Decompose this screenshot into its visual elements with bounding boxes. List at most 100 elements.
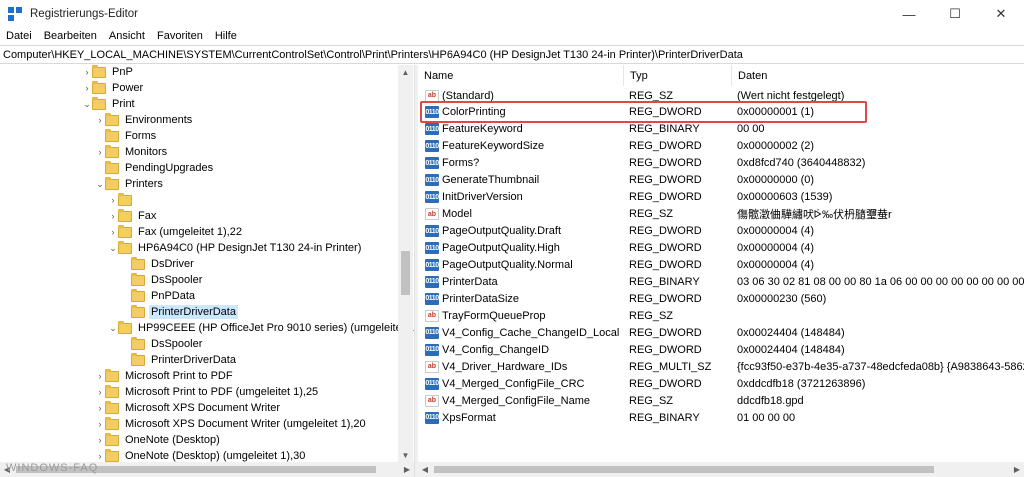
maximize-button[interactable]: ☐ bbox=[932, 0, 978, 28]
scroll-right-icon[interactable]: ▶ bbox=[400, 462, 414, 477]
minimize-button[interactable]: — bbox=[886, 0, 932, 28]
scroll-right-icon[interactable]: ▶ bbox=[1010, 462, 1024, 477]
column-data-header[interactable]: Daten bbox=[732, 65, 1024, 86]
tree-item[interactable]: › Fax (umgeleitet 1),22 bbox=[108, 224, 244, 240]
value-name: V4_Merged_ConfigFile_Name bbox=[442, 394, 590, 407]
value-row[interactable]: 0110 PageOutputQuality.High REG_DWORD 0x000… bbox=[418, 240, 1024, 257]
scroll-thumb[interactable] bbox=[401, 251, 410, 295]
menu-favoriten[interactable]: Favoriten bbox=[151, 30, 209, 42]
value-row[interactable]: ab TrayFormQueueProp REG_SZ bbox=[418, 307, 1024, 324]
value-name-cell: 0110 PrinterDataSize bbox=[418, 292, 624, 305]
menu-ansicht[interactable]: Ansicht bbox=[103, 30, 151, 42]
tree-item[interactable]: › OneNote (Desktop) (umgeleitet 1),30 bbox=[95, 448, 307, 462]
tree-item[interactable]: PnPData bbox=[121, 288, 197, 304]
menu-datei[interactable]: Datei bbox=[0, 30, 38, 42]
value-row[interactable]: 0110 PrinterDataSize REG_DWORD 0x00000230 (… bbox=[418, 290, 1024, 307]
menu-bearbeiten[interactable]: Bearbeiten bbox=[38, 30, 103, 42]
scroll-down-icon[interactable]: ▼ bbox=[398, 448, 413, 462]
tree-item[interactable]: › Microsoft Print to PDF bbox=[95, 368, 235, 384]
tree-item[interactable]: PrinterDriverData bbox=[121, 352, 238, 368]
tree-item[interactable]: ⌄ Print bbox=[82, 96, 137, 112]
tree-item[interactable]: › Microsoft XPS Document Writer bbox=[95, 400, 282, 416]
value-row[interactable]: ab V4_Merged_ConfigFile_Name REG_SZ ddcdfb1… bbox=[418, 392, 1024, 409]
list-horizontal-scrollbar[interactable]: ◀ ▶ bbox=[418, 462, 1024, 477]
value-name: Forms? bbox=[442, 157, 480, 170]
address-bar[interactable]: Computer\HKEY_LOCAL_MACHINE\SYSTEM\Curre… bbox=[0, 45, 1024, 64]
value-row[interactable]: 0110 XpsFormat REG_BINARY 01 00 00 00 bbox=[418, 409, 1024, 426]
chevron-down-icon[interactable]: ⌄ bbox=[95, 176, 105, 192]
scroll-thumb[interactable] bbox=[434, 466, 934, 473]
watermark: WINDOWS-FAQ bbox=[6, 462, 99, 474]
chevron-right-icon[interactable]: › bbox=[95, 416, 105, 432]
menu-hilfe[interactable]: Hilfe bbox=[209, 30, 243, 42]
value-row[interactable]: 0110 InitDriverVersion REG_DWORD 0x00000603… bbox=[418, 189, 1024, 206]
column-type-header[interactable]: Typ bbox=[624, 65, 732, 86]
value-row[interactable]: 0110 GenerateThumbnail REG_DWORD 0x00000000… bbox=[418, 172, 1024, 189]
chevron-right-icon[interactable]: › bbox=[108, 192, 118, 208]
chevron-right-icon[interactable]: › bbox=[95, 448, 105, 462]
value-name-cell: 0110 XpsFormat bbox=[418, 411, 624, 424]
value-data: 0x00000004 (4) bbox=[737, 259, 815, 271]
close-button[interactable]: ✕ bbox=[978, 0, 1024, 28]
tree-item-label: PrinterDriverData bbox=[149, 305, 238, 319]
value-row[interactable]: 0110 Forms? REG_DWORD 0xd8fcd740 (364044883… bbox=[418, 155, 1024, 172]
folder-icon bbox=[131, 336, 145, 350]
value-row[interactable]: 0110 PrinterData REG_BINARY 03 06 30 02 81 … bbox=[418, 273, 1024, 290]
value-type: REG_SZ bbox=[629, 309, 674, 322]
chevron-down-icon[interactable]: ⌄ bbox=[108, 240, 118, 256]
column-name-header[interactable]: Name bbox=[418, 65, 624, 86]
value-row[interactable]: 0110 PageOutputQuality.Normal REG_DWORD 0x0… bbox=[418, 257, 1024, 274]
tree-item[interactable]: › PnP bbox=[82, 65, 135, 80]
tree-item[interactable]: › Fax bbox=[108, 208, 158, 224]
value-row[interactable]: 0110 V4_Config_ChangeID REG_DWORD 0x0002440… bbox=[418, 341, 1024, 358]
chevron-right-icon[interactable]: › bbox=[95, 384, 105, 400]
chevron-right-icon[interactable]: › bbox=[95, 112, 105, 128]
tree-item[interactable]: › Monitors bbox=[95, 144, 169, 160]
chevron-right-icon[interactable]: › bbox=[108, 224, 118, 240]
tree-vertical-scrollbar[interactable]: ▲ ▼ bbox=[398, 65, 413, 462]
chevron-right-icon[interactable]: › bbox=[95, 400, 105, 416]
value-data: 0x00000004 (4) bbox=[737, 242, 815, 255]
tree-item[interactable]: Forms bbox=[95, 128, 158, 144]
tree-item[interactable]: › bbox=[108, 192, 140, 208]
tree-item[interactable]: PendingUpgrades bbox=[95, 160, 215, 176]
scroll-up-icon[interactable]: ▲ bbox=[398, 65, 413, 79]
tree-item[interactable]: DsSpooler bbox=[121, 336, 204, 352]
value-data: 01 00 00 00 bbox=[737, 411, 796, 424]
value-row[interactable]: 0110 V4_Config_Cache_ChangeID_Local REG_DW… bbox=[418, 324, 1024, 341]
chevron-right-icon[interactable]: › bbox=[82, 65, 92, 80]
value-row[interactable]: ab (Standard) REG_SZ (Wert nicht festgelegt… bbox=[418, 87, 1024, 104]
tree-item[interactable]: ⌄ HP99CEEE (HP OfficeJet Pro 9010 series)… bbox=[108, 320, 414, 336]
chevron-right-icon[interactable]: › bbox=[108, 208, 118, 224]
tree-item[interactable]: › Power bbox=[82, 80, 145, 96]
value-row[interactable]: 0110 FeatureKeywordSize REG_DWORD 0x0000000… bbox=[418, 138, 1024, 155]
chevron-down-icon[interactable]: ⌄ bbox=[108, 320, 118, 336]
tree-item[interactable]: ⌄ HP6A94C0 (HP DesignJet T130 24-in Print… bbox=[108, 240, 363, 256]
tree-item[interactable]: DsDriver bbox=[121, 256, 196, 272]
tree-item[interactable]: › Microsoft XPS Document Writer (umgeleit… bbox=[95, 416, 368, 432]
value-row[interactable]: 0110 FeatureKeyword REG_BINARY 00 00 bbox=[418, 121, 1024, 138]
value-row[interactable]: 0110 V4_Merged_ConfigFile_CRC REG_DWORD 0xd… bbox=[418, 375, 1024, 392]
chevron-right-icon[interactable]: › bbox=[95, 368, 105, 384]
chevron-right-icon[interactable]: › bbox=[95, 432, 105, 448]
value-name-cell: ab TrayFormQueueProp bbox=[418, 309, 624, 322]
tree-item[interactable]: PrinterDriverData bbox=[121, 304, 238, 320]
value-row[interactable]: 0110 PageOutputQuality.Draft REG_DWORD 0x00… bbox=[418, 223, 1024, 240]
value-name-cell: 0110 PageOutputQuality.High bbox=[418, 242, 624, 255]
value-row[interactable]: ab Model REG_SZ 傷髋澂㑋驊繡吠ᢰ‰伏枬膸瓕蛬r bbox=[418, 206, 1024, 223]
value-name: V4_Config_ChangeID bbox=[442, 343, 550, 356]
value-row[interactable]: 0110 ColorPrinting REG_DWORD 0x00000001 (1) bbox=[418, 104, 1024, 121]
value-name-cell: 0110 FeatureKeyword bbox=[418, 123, 624, 136]
tree-item[interactable]: › Environments bbox=[95, 112, 194, 128]
tree-item[interactable]: DsSpooler bbox=[121, 272, 204, 288]
chevron-right-icon[interactable]: › bbox=[95, 144, 105, 160]
chevron-right-icon[interactable]: › bbox=[82, 80, 92, 96]
folder-icon bbox=[118, 192, 132, 206]
chevron-down-icon[interactable]: ⌄ bbox=[82, 96, 92, 112]
tree-item[interactable]: ⌄ Printers bbox=[95, 176, 165, 192]
value-row[interactable]: ab V4_Driver_Hardware_IDs REG_MULTI_SZ {fcc… bbox=[418, 358, 1024, 375]
scroll-left-icon[interactable]: ◀ bbox=[418, 462, 432, 477]
tree-item[interactable]: › Microsoft Print to PDF (umgeleitet 1),2… bbox=[95, 384, 320, 400]
tree-item[interactable]: › OneNote (Desktop) bbox=[95, 432, 222, 448]
